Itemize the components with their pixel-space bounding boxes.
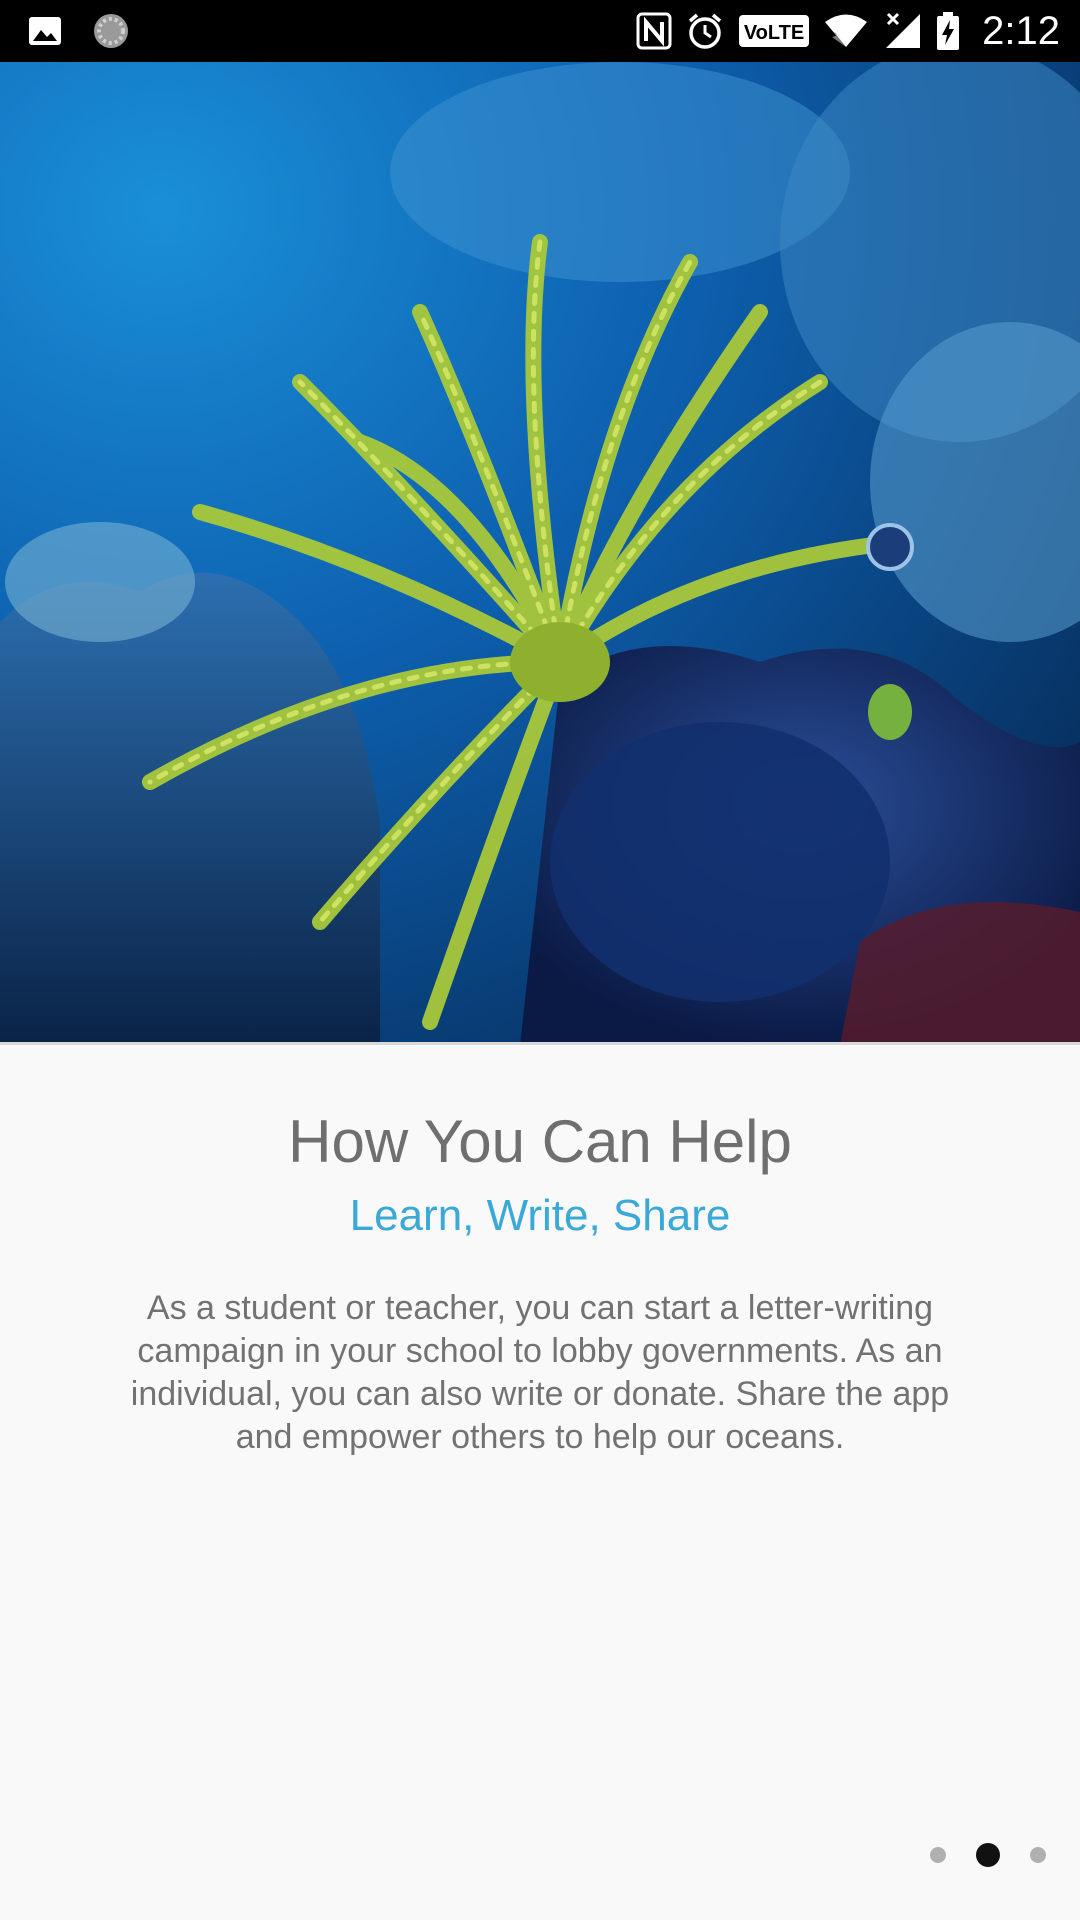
battery-charging-icon bbox=[936, 11, 960, 51]
page-dot-1[interactable] bbox=[930, 1847, 946, 1863]
wifi-icon bbox=[824, 13, 868, 49]
loading-spinner-icon bbox=[92, 12, 130, 50]
hero-image bbox=[0, 62, 1080, 1045]
nfc-icon bbox=[636, 12, 672, 50]
page-dot-2-active[interactable] bbox=[976, 1843, 1000, 1867]
status-bar-right: VoLTE 2:12 bbox=[636, 0, 1060, 62]
svg-text:VoLTE: VoLTE bbox=[744, 22, 804, 44]
page-dot-3[interactable] bbox=[1030, 1847, 1046, 1863]
status-bar: VoLTE 2:12 bbox=[0, 0, 1080, 62]
volte-icon: VoLTE bbox=[738, 14, 810, 48]
signal-icon bbox=[882, 12, 922, 50]
alarm-icon bbox=[686, 12, 724, 50]
status-bar-left bbox=[28, 10, 130, 52]
status-time: 2:12 bbox=[982, 8, 1060, 53]
page-indicator[interactable] bbox=[930, 1843, 1046, 1867]
coral-reef-illustration bbox=[0, 62, 1080, 1042]
page-title: How You Can Help bbox=[288, 1108, 792, 1175]
image-icon bbox=[28, 16, 62, 46]
page-description: As a student or teacher, you can start a… bbox=[130, 1289, 950, 1456]
page-subtitle: Learn, Write, Share bbox=[349, 1191, 731, 1240]
